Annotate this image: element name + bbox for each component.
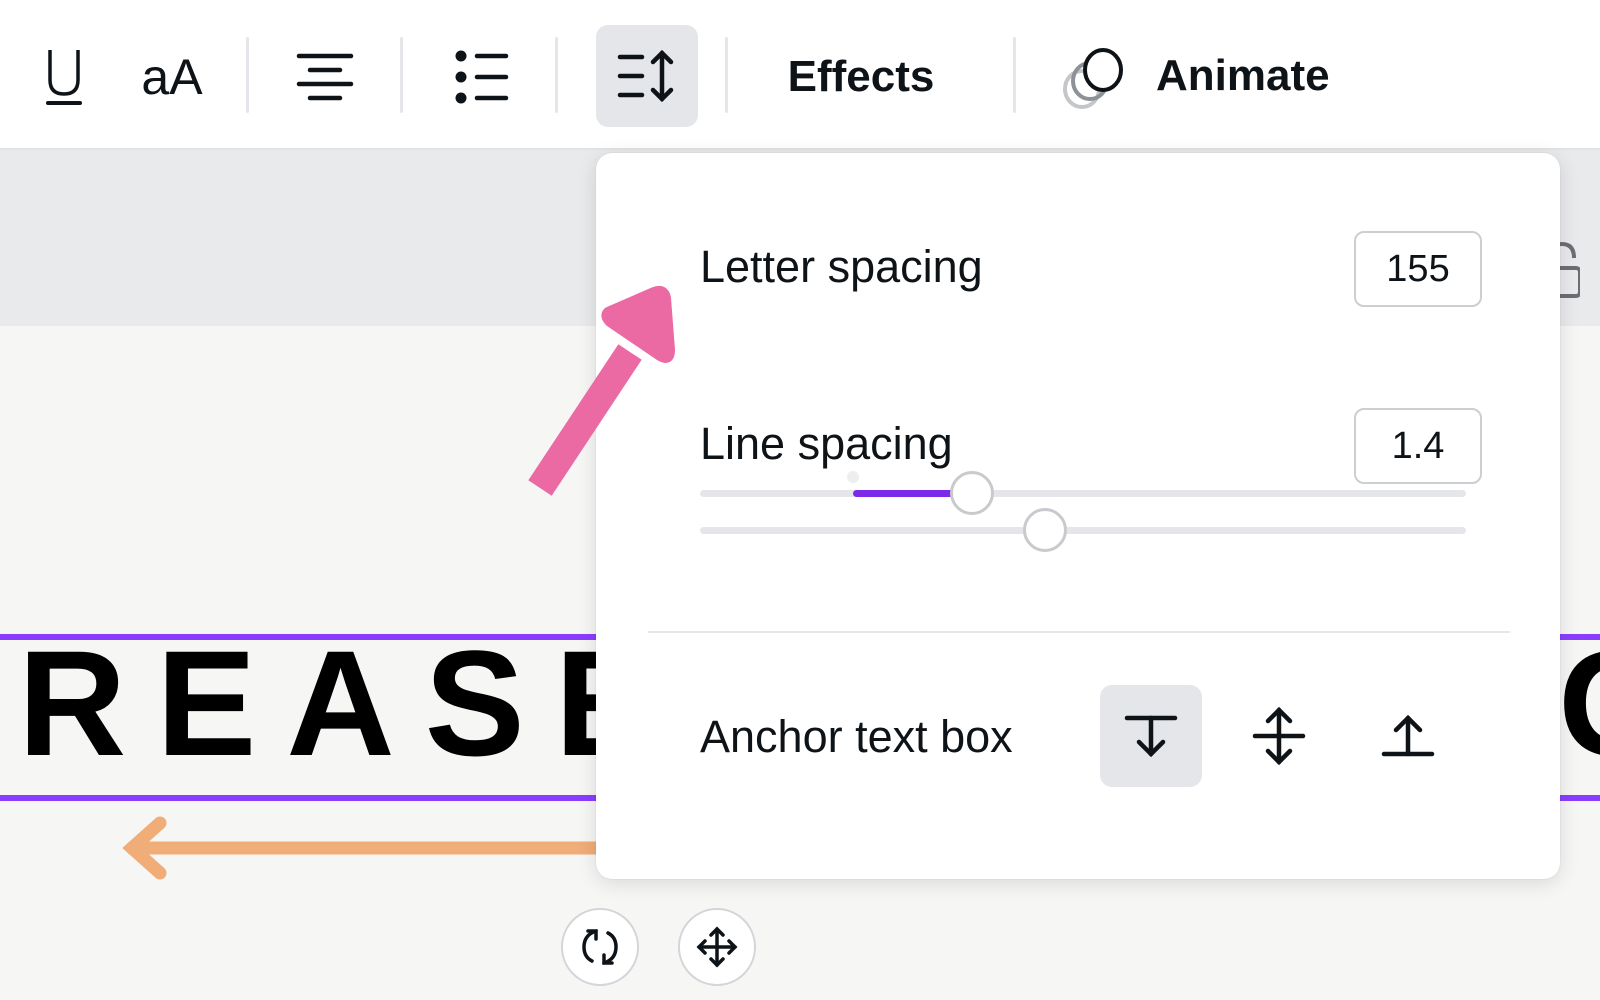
canvas-text-right[interactable]: G: [1558, 628, 1600, 778]
animate-button[interactable]: Animate: [1058, 36, 1348, 116]
slider-track[interactable]: [700, 490, 1466, 497]
line-spacing-input[interactable]: 1.4: [1354, 408, 1482, 484]
effects-button[interactable]: Effects: [776, 40, 946, 114]
anchor-middle-button[interactable]: [1228, 685, 1330, 787]
divider: [400, 37, 403, 113]
divider: [1013, 37, 1016, 113]
align-center-icon: [296, 53, 354, 101]
underline-button[interactable]: [34, 40, 94, 114]
anchor-bottom-icon: [1381, 714, 1435, 757]
slider-thumb[interactable]: [949, 471, 994, 515]
line-spacing-label: Line spacing: [700, 418, 953, 469]
animate-label: Animate: [1156, 51, 1330, 100]
spacing-icon: [617, 49, 674, 103]
anchor-top-icon: [1124, 715, 1178, 758]
anchor-bottom-button[interactable]: [1357, 685, 1459, 787]
divider: [648, 631, 1510, 633]
animate-icon: [1063, 48, 1123, 109]
slider-track[interactable]: [700, 527, 1466, 534]
underline-icon: [46, 50, 82, 105]
align-button[interactable]: [290, 40, 360, 114]
spacing-button[interactable]: [596, 25, 698, 127]
orange-arrow-graphic[interactable]: [120, 815, 620, 885]
spacing-popover: Letter spacing 155 Line spacing 1.4 Anch…: [596, 153, 1560, 879]
annotation-arrow: [528, 285, 675, 496]
divider: [555, 37, 558, 113]
letter-spacing-label: Letter spacing: [700, 241, 983, 292]
anchor-top-button[interactable]: [1100, 685, 1202, 787]
rotate-icon: [582, 929, 618, 965]
anchor-middle-icon: [1252, 706, 1306, 766]
text-toolbar: aA Effects Animate: [0, 0, 1600, 148]
divider: [725, 37, 728, 113]
bulleted-list-icon: [455, 50, 509, 104]
list-button[interactable]: [450, 40, 514, 114]
move-icon: [696, 926, 738, 968]
effects-label: Effects: [787, 52, 935, 101]
text-case-icon: aA: [141, 49, 203, 105]
divider: [246, 37, 249, 113]
slider-zero-marker: [847, 471, 860, 483]
anchor-text-box-label: Anchor text box: [700, 711, 1013, 762]
move-button[interactable]: [678, 908, 756, 986]
rotate-button[interactable]: [561, 908, 639, 986]
text-case-button[interactable]: aA: [130, 40, 214, 114]
slider-thumb[interactable]: [1022, 508, 1067, 552]
letter-spacing-input[interactable]: 155: [1354, 231, 1482, 307]
